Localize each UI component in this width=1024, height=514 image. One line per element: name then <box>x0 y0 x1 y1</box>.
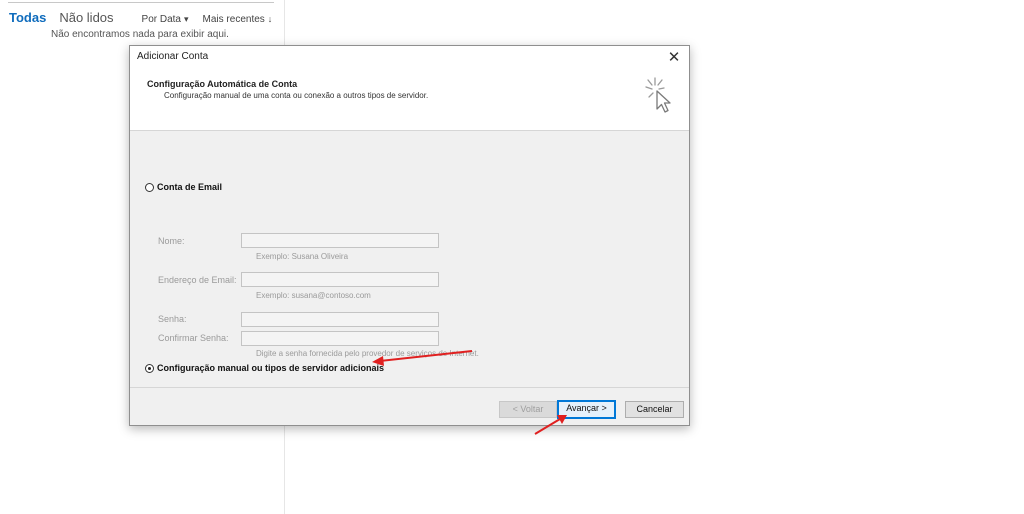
radio-manual-label[interactable]: Configuração manual ou tipos de servidor… <box>157 363 384 373</box>
email-hint: Exemplo: susana@contoso.com <box>256 291 371 300</box>
header-title: Configuração Automática de Conta <box>147 79 298 89</box>
cancel-button[interactable]: Cancelar <box>625 401 684 418</box>
radio-manual-setup[interactable]: Configuração manual ou tipos de servidor… <box>145 363 384 373</box>
cursor-sparkle-icon <box>645 77 671 113</box>
close-button[interactable]: ✕ <box>659 46 689 70</box>
dialog-title: Adicionar Conta <box>137 51 209 62</box>
radio-email-indicator[interactable] <box>145 182 154 192</box>
radio-manual-indicator[interactable] <box>145 363 154 373</box>
empty-list-message: Não encontramos nada para exibir aqui. <box>51 29 229 40</box>
dialog-titlebar[interactable]: Adicionar Conta ✕ <box>130 46 689 70</box>
sort-order-toggle[interactable]: Mais recentes ↓ <box>203 14 273 25</box>
screen: Todas Não lidos Por Data ▾ Mais recentes ↓… <box>0 0 1024 514</box>
search-box-edge[interactable] <box>8 0 274 3</box>
name-hint: Exemplo: Susana Oliveira <box>256 252 349 261</box>
dialog-content: Conta de Email Nome: Exemplo: Susana Oli… <box>130 131 689 388</box>
next-button[interactable]: Avançar > <box>557 400 616 419</box>
name-label: Nome: <box>158 236 185 246</box>
email-label: Endereço de Email: <box>158 275 237 285</box>
close-icon: ✕ <box>667 49 681 66</box>
email-field[interactable] <box>241 272 439 287</box>
back-button[interactable]: < Voltar <box>499 401 557 418</box>
caret-down-icon: ▾ <box>184 14 189 24</box>
header-subtitle: Configuração manual de uma conta ou cone… <box>164 91 429 100</box>
filter-tab-unread[interactable]: Não lidos <box>59 10 113 25</box>
radio-email-label[interactable]: Conta de Email <box>157 182 222 192</box>
confirm-password-label: Confirmar Senha: <box>158 333 229 343</box>
name-field[interactable] <box>241 233 439 248</box>
arrow-down-icon: ↓ <box>267 14 273 24</box>
password-hint: Digite a senha fornecida pelo provedor d… <box>256 349 479 358</box>
dialog-footer: < Voltar Avançar > Cancelar <box>130 388 689 426</box>
radio-email-account[interactable]: Conta de Email <box>145 182 222 192</box>
confirm-password-field[interactable] <box>241 331 439 346</box>
sort-by-dropdown[interactable]: Por Data ▾ <box>142 14 189 25</box>
sort-by-label: Por Data <box>141 14 181 25</box>
filter-bar: Todas Não lidos Por Data ▾ Mais recentes ↓ <box>9 10 272 28</box>
dialog-header: Configuração Automática de Conta Configu… <box>130 70 689 131</box>
password-label: Senha: <box>158 314 187 324</box>
password-field[interactable] <box>241 312 439 327</box>
filter-tab-all[interactable]: Todas <box>9 10 46 25</box>
add-account-dialog: Adicionar Conta ✕ Configuração Automátic… <box>129 45 690 426</box>
sort-order-label: Mais recentes <box>202 14 265 25</box>
